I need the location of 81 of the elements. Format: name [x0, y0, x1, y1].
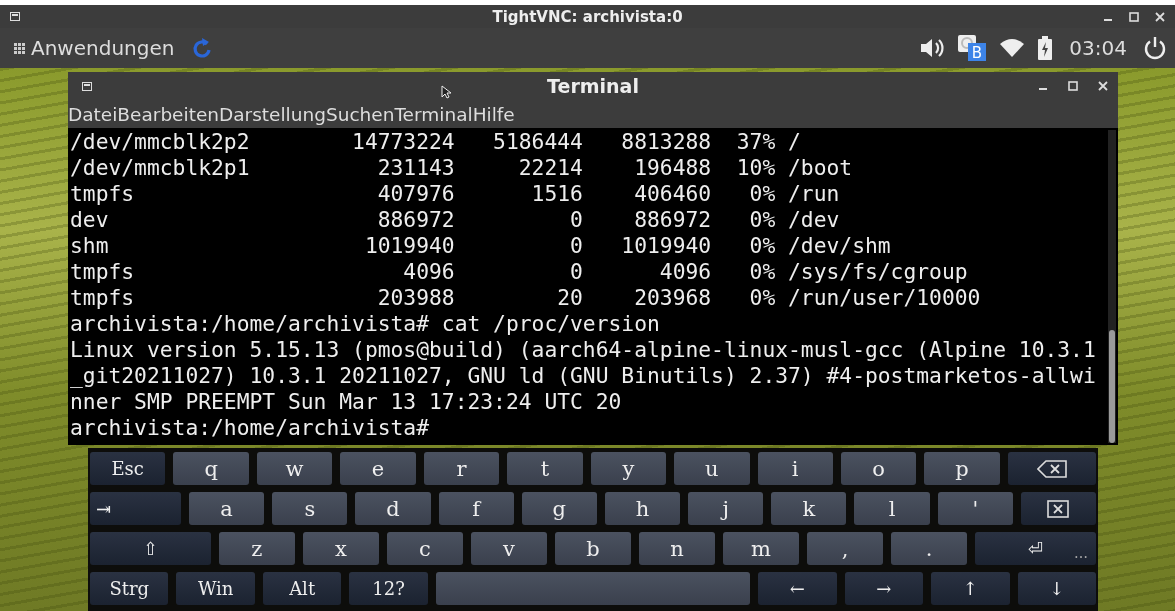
backspace-key[interactable]: [1007, 452, 1096, 485]
keyboard-key[interactable]: u: [674, 452, 750, 485]
keyboard-key[interactable]: w: [256, 452, 333, 485]
keyboard-key[interactable]: Alt: [262, 572, 342, 605]
keyboard-key[interactable]: b: [555, 532, 631, 565]
keyboard-key[interactable]: p: [924, 452, 1000, 485]
keyboard-key[interactable]: z: [218, 532, 295, 565]
keyboard-key[interactable]: q: [173, 452, 249, 485]
keyboard-key[interactable]: a: [189, 492, 265, 525]
menu-item[interactable]: Terminal: [394, 103, 473, 125]
maximize-icon[interactable]: [1068, 81, 1078, 91]
keyboard-key[interactable]: v: [470, 532, 547, 565]
clock[interactable]: 03:04: [1069, 36, 1127, 60]
close-icon[interactable]: [1155, 11, 1165, 22]
keyboard-key[interactable]: n: [639, 532, 716, 565]
keyboard-key[interactable]: i: [757, 452, 833, 485]
keyboard-key[interactable]: 12?: [349, 572, 428, 605]
terminal-line: /dev/mmcblk2p2 14773224 5186444 8813288 37% /: [70, 129, 802, 155]
keyboard-key[interactable]: x: [302, 532, 379, 565]
wifi-icon[interactable]: [999, 38, 1026, 58]
menu-item[interactable]: Darstellung: [219, 103, 326, 125]
backspace-icon: [1036, 459, 1067, 478]
keyboard-key[interactable]: ↓: [1017, 572, 1096, 605]
terminal-line: archivista:/home/archivista#: [70, 415, 430, 441]
keyboard-key[interactable]: ⇥: [90, 492, 181, 525]
keyboard-key[interactable]: ': [937, 492, 1013, 525]
keyboard-key[interactable]: g: [521, 492, 597, 525]
keyboard-key[interactable]: ↑: [931, 572, 1010, 605]
keyboard-key[interactable]: t: [507, 452, 583, 485]
terminal-line: _git20211027) 10.3.1 20211027, GNU ld (GNU Binutils) 2.37) #4-postmarketos-allwi: [70, 363, 1097, 389]
terminal-line: tmpfs 203988 20 203968 0% /run/user/10000: [70, 285, 982, 311]
window-menu-icon[interactable]: [82, 81, 92, 91]
window-menu-icon[interactable]: [10, 12, 20, 21]
keyboard-key[interactable]: s: [272, 492, 348, 525]
terminal-line: tmpfs 407976 1516 406460 0% /run: [70, 181, 841, 207]
keyboard-key[interactable]: Esc: [90, 452, 166, 485]
keyboard-key[interactable]: r: [423, 452, 500, 485]
menu-item[interactable]: Suchen: [325, 103, 395, 125]
terminal-line: /dev/mmcblk2p1 231143 22214 196488 10% /boot: [70, 155, 854, 181]
applications-menu[interactable]: Anwendungen: [14, 36, 175, 60]
window-title: Terminal: [547, 75, 639, 97]
battery-icon[interactable]: [1037, 36, 1054, 60]
keyboard-key[interactable]: l: [854, 492, 930, 525]
grid-icon: [14, 42, 25, 54]
keyboard-key[interactable]: e: [340, 452, 416, 485]
terminal-line: nner SMP PREEMPT Sun Mar 13 17:23:24 UTC 20: [70, 389, 623, 415]
mouse-pointer-icon: [441, 85, 451, 99]
window-title: TightVNC: archivista:0: [492, 7, 683, 26]
keyboard-key[interactable]: j: [688, 492, 764, 525]
keyboard-key[interactable]: f: [438, 492, 514, 525]
terminal-line: archivista:/home/archivista# cat /proc/version: [70, 311, 661, 337]
scrollbar[interactable]: [1108, 130, 1116, 443]
keyboard-key[interactable]: ⏎ …: [975, 532, 1096, 565]
keyboard-key[interactable]: .: [891, 532, 968, 565]
maximize-icon[interactable]: [1129, 11, 1139, 22]
keyboard-key[interactable]: Strg: [90, 572, 169, 605]
keyboard-key[interactable]: o: [840, 452, 917, 485]
keyboard-key[interactable]: ,: [807, 532, 884, 565]
keyboard-key[interactable]: k: [771, 492, 847, 525]
keyboard-key[interactable]: Win: [176, 572, 255, 605]
close-icon[interactable]: [1098, 81, 1108, 91]
terminal-line: shm 1019940 0 1019940 0% /dev/shm: [70, 233, 892, 259]
keyboard-key[interactable]: y: [590, 452, 667, 485]
keyboard-key[interactable]: →: [844, 572, 924, 605]
terminal-line: dev 886972 0 886972 0% /dev: [70, 207, 841, 233]
menu-item[interactable]: Bearbeiten: [117, 103, 219, 125]
delete-key[interactable]: [1020, 492, 1097, 525]
keyboard-key[interactable]: ←: [758, 572, 837, 605]
delete-icon: [1047, 499, 1070, 518]
menu-item[interactable]: Datei: [68, 103, 118, 125]
keyboard-key[interactable]: h: [604, 492, 681, 525]
terminal-line: tmpfs 4096 0 4096 0% /sys/fs/cgroup: [70, 259, 969, 285]
keyboard-key[interactable]: ⇧: [90, 532, 211, 565]
terminal-line: Linux version 5.15.13 (pmos@build) (aarch64-alpine-linux-musl-gcc (Alpine 10.3.1: [70, 337, 1097, 363]
speaker-icon[interactable]: [919, 37, 946, 59]
keyboard-key[interactable]: c: [386, 532, 463, 565]
menu-item[interactable]: Hilfe: [472, 103, 515, 125]
key-hint: …: [1074, 545, 1088, 561]
keyboard-key[interactable]: d: [355, 492, 431, 525]
keyboard-key[interactable]: m: [723, 532, 800, 565]
power-icon[interactable]: [1143, 36, 1167, 60]
